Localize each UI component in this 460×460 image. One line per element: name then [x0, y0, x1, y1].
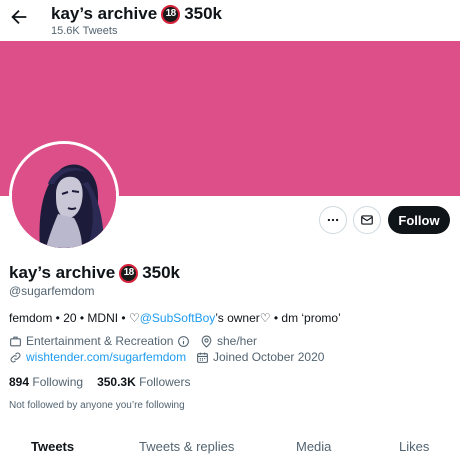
profile-website: wishtender.com/sugarfemdom	[9, 350, 186, 364]
profile-name: kay’s archive 18 350k	[9, 263, 180, 283]
more-dots-icon	[327, 218, 339, 222]
profile-pronouns: she/her	[200, 334, 257, 348]
following-count: 894	[9, 375, 30, 389]
bio-text-prefix: femdom • 20 • MDNI • ♡	[9, 311, 140, 325]
tab-tweets[interactable]: Tweets	[31, 439, 74, 454]
profile-joined: Joined October 2020	[196, 350, 324, 364]
profile-handle: @sugarfemdom	[9, 284, 95, 298]
joined-text: Joined October 2020	[213, 350, 325, 364]
following-stat[interactable]: 894 Following	[9, 375, 83, 389]
pronouns-text: she/her	[217, 334, 258, 348]
adult-18-badge-icon: 18	[161, 4, 181, 24]
message-button[interactable]	[353, 206, 381, 234]
following-label: Following	[32, 375, 84, 389]
adult-18-badge-icon: 18	[119, 263, 139, 283]
profile-name-suffix: 350k	[142, 263, 181, 282]
followers-stat[interactable]: 350.3K Followers	[97, 375, 190, 389]
back-arrow-icon[interactable]	[8, 6, 30, 28]
tweet-count: 15.6K Tweets	[51, 25, 118, 37]
not-followed-notice: Not followed by anyone you’re following	[9, 400, 185, 411]
profile-name-text: kay’s archive	[9, 263, 116, 282]
bio-mention-link[interactable]: @SubSoftBoy	[140, 311, 216, 325]
website-link[interactable]: wishtender.com/sugarfemdom	[26, 350, 186, 364]
follow-button[interactable]: Follow	[388, 206, 450, 234]
calendar-icon	[197, 352, 208, 363]
header-title: kay’s archive 18 350k	[51, 4, 222, 24]
follow-stats: 894 Following 350.3K Followers	[9, 375, 190, 389]
avatar[interactable]	[9, 141, 119, 251]
profile-tabs: Tweets Tweets & replies Media Likes	[0, 428, 460, 460]
envelope-icon	[361, 215, 373, 225]
header-title-suffix: 350k	[184, 4, 223, 23]
header-title-text: kay’s archive	[51, 4, 158, 23]
location-pin-icon	[201, 335, 212, 348]
followers-count: 350.3K	[97, 375, 136, 389]
profile-bio: femdom • 20 • MDNI • ♡@SubSoftBoy’s owne…	[9, 311, 341, 325]
top-bar: kay’s archive 18 350k 15.6K Tweets	[0, 0, 460, 41]
tab-tweets-replies[interactable]: Tweets & replies	[139, 439, 234, 454]
more-options-button[interactable]	[319, 206, 347, 234]
profile-category: Entertainment & Recreation	[9, 334, 190, 348]
tab-likes[interactable]: Likes	[399, 439, 429, 454]
briefcase-icon	[10, 336, 21, 346]
category-text: Entertainment & Recreation	[26, 334, 174, 348]
avatar-image	[12, 144, 116, 248]
followers-label: Followers	[139, 375, 191, 389]
tab-media[interactable]: Media	[296, 439, 331, 454]
link-icon	[10, 352, 21, 362]
info-icon[interactable]	[177, 335, 190, 348]
bio-text-suffix: ’s owner♡ • dm ‘promo’	[215, 311, 341, 325]
